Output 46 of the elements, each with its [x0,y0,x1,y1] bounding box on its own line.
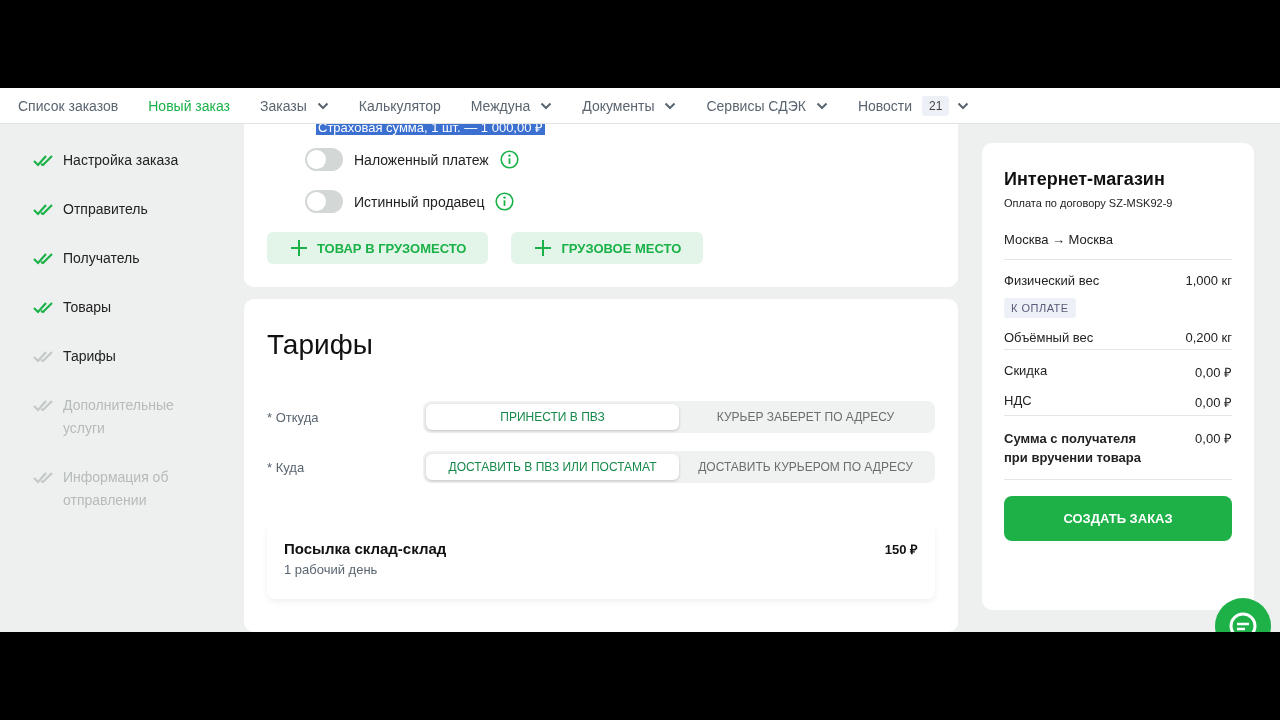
nav-link[interactable]: Документы [582,97,677,114]
plus-icon [291,240,307,256]
nav-link[interactable]: Новости 21 [857,95,970,116]
field-label: * Откуда [267,409,320,425]
summary-label: Физический вес [1004,273,1100,288]
step-label[interactable]: Тарифы [63,345,183,368]
nav-link[interactable]: Междуна [470,97,553,114]
info-icon[interactable] [499,150,519,169]
tariff-duration: 1 рабочий день [284,562,379,577]
tariff-card[interactable]: Посылка склад-склад 1 рабочий день 150 ₽ [267,523,935,599]
segment-option[interactable]: ДОСТАВИТЬ В ПВЗ ИЛИ ПОСТАМАТ [426,454,679,480]
step-label[interactable]: Получатель [63,247,183,270]
summary-value: 0,00 ₽ [1195,364,1232,381]
summary-label: Скидка [1004,363,1048,378]
toggle-switch[interactable] [305,190,343,213]
toggle-switch[interactable] [305,148,343,171]
summary-label: Объёмный вес [1004,330,1094,345]
summary-label: НДС [1004,393,1032,408]
toggle-label: Наложенный платеж [354,151,489,168]
summary-label: Сумма с получателя при вручении товара [1004,430,1142,467]
toggle-label: Истинный продавец [354,193,485,210]
step-label[interactable]: Товары [63,296,183,319]
summary-value: 0,00 ₽ [1195,394,1232,411]
segment-option[interactable]: ПРИНЕСТИ В ПВЗ [426,404,679,430]
section-title: Тарифы [267,329,374,361]
card-title: Интернет-магазин [1004,169,1166,190]
segment-option[interactable]: ДОСТАВИТЬ КУРЬЕРОМ ПО АДРЕСУ [679,454,932,480]
step-label[interactable]: Отправитель [63,198,183,221]
nav-link[interactable]: Сервисы СДЭК [706,97,828,114]
info-icon[interactable] [495,192,515,211]
field-label: * Куда [267,459,306,475]
nav-link[interactable]: Калькулятор [358,97,441,114]
nav-link[interactable]: Список заказов [18,97,119,114]
tariff-name: Посылка склад-склад [284,540,447,557]
status-tag: К ОПЛАТЕ [1004,298,1076,318]
nav-link[interactable]: Заказы [260,97,329,114]
summary-value: 0,00 ₽ [1195,430,1232,447]
summary-value: 0,200 кг [1185,330,1232,345]
segment-option[interactable]: КУРЬЕР ЗАБЕРЕТ ПО АДРЕСУ [679,404,932,430]
contract-text: Оплата по договору SZ-MSK92-9 [1004,197,1174,209]
plus-icon [535,240,552,256]
route-text: Москва → Москва [1004,232,1114,247]
tariff-price: 150 ₽ [884,541,918,559]
step-label[interactable]: Настройка заказа [63,149,183,172]
count-badge: 21 [922,95,950,116]
summary-value: 1,000 кг [1185,273,1232,288]
